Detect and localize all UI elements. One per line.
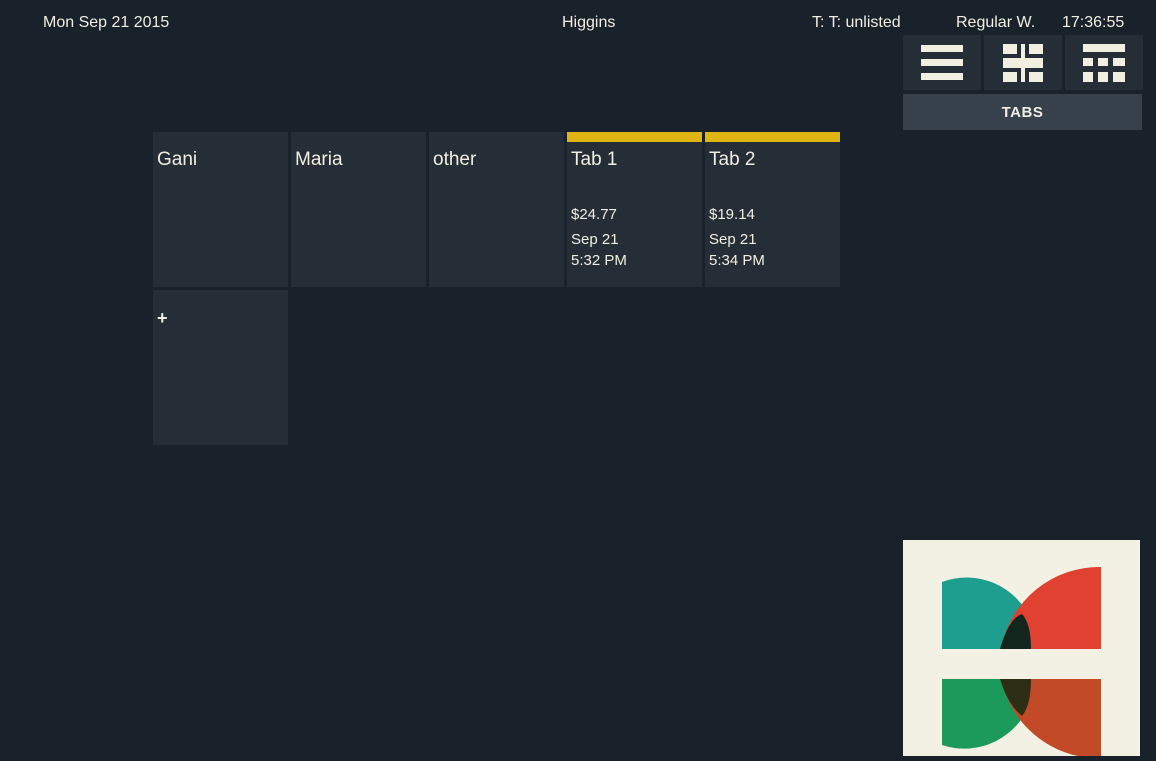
tab-name: Tab 2 bbox=[709, 149, 756, 170]
tab-name: other bbox=[433, 149, 477, 170]
grid-view-button[interactable] bbox=[984, 35, 1062, 90]
tab-date: Sep 21 bbox=[571, 231, 619, 248]
grid-view-icon bbox=[1003, 43, 1043, 82]
clock: 17:36:55 bbox=[1062, 14, 1125, 31]
tab-tile-tab-1[interactable]: Tab 1 $24.77 Sep 21 5:32 PM bbox=[567, 132, 702, 287]
logo-icon bbox=[942, 567, 1101, 756]
tab-tile-maria[interactable]: Maria bbox=[291, 132, 426, 287]
tab-date: Sep 21 bbox=[709, 231, 757, 248]
active-view-label: TABS bbox=[903, 94, 1142, 130]
tab-amount: $19.14 bbox=[709, 206, 755, 223]
tab-tile-gani[interactable]: Gani bbox=[153, 132, 288, 287]
tab-time: 5:32 PM bbox=[571, 252, 627, 269]
tab-name: Maria bbox=[295, 149, 343, 170]
current-date: Mon Sep 21 2015 bbox=[43, 14, 170, 31]
add-tab-button[interactable]: + bbox=[153, 290, 288, 445]
terminal-label: T: T: unlisted bbox=[812, 14, 901, 31]
table-view-button[interactable] bbox=[1065, 35, 1143, 90]
add-icon: + bbox=[157, 308, 168, 328]
list-view-icon bbox=[921, 44, 963, 80]
brand-logo bbox=[903, 540, 1140, 756]
shift-label: Regular W. bbox=[956, 14, 1036, 31]
venue-title: Higgins bbox=[562, 14, 616, 31]
tab-amount: $24.77 bbox=[571, 206, 617, 223]
list-view-button[interactable] bbox=[903, 35, 981, 90]
tab-name: Tab 1 bbox=[571, 149, 618, 170]
tab-tile-other[interactable]: other bbox=[429, 132, 564, 287]
table-view-icon bbox=[1083, 43, 1125, 82]
tab-time: 5:34 PM bbox=[709, 252, 765, 269]
tab-tile-tab-2[interactable]: Tab 2 $19.14 Sep 21 5:34 PM bbox=[705, 132, 840, 287]
tab-name: Gani bbox=[157, 149, 198, 170]
